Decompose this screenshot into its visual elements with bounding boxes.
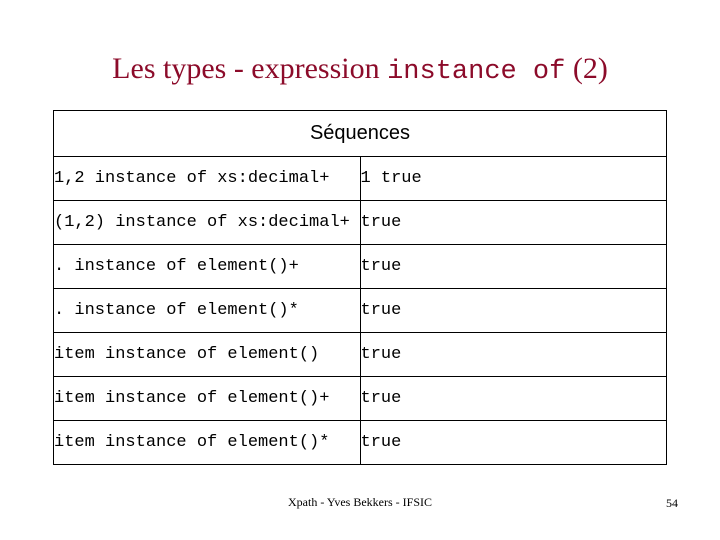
expression-cell: item instance of element()*: [53, 420, 361, 465]
page-title-mono: instance of: [387, 57, 566, 87]
table-row: . instance of element()* true: [53, 288, 667, 333]
table-row: item instance of element()+ true: [53, 376, 667, 421]
result-cell: true: [359, 200, 667, 245]
table-header-title: Séquences: [53, 110, 667, 157]
expression-cell: . instance of element()+: [53, 244, 361, 289]
footer-text: Xpath - Yves Bekkers - IFSIC: [288, 495, 432, 509]
expression-cell: 1,2 instance of xs:decimal+: [53, 156, 361, 201]
table-row: (1,2) instance of xs:decimal+ true: [53, 200, 667, 245]
result-cell: true: [359, 288, 667, 333]
page-title: Les types - expression instance of (2): [0, 52, 720, 89]
sequences-table: Séquences 1,2 instance of xs:decimal+ 1 …: [53, 110, 667, 465]
page-number: 54: [666, 496, 678, 510]
table-row: . instance of element()+ true: [53, 244, 667, 289]
result-cell: true: [359, 376, 667, 421]
result-cell: true: [359, 420, 667, 465]
expression-cell: (1,2) instance of xs:decimal+: [53, 200, 361, 245]
expression-cell: item instance of element(): [53, 332, 361, 377]
table-row: item instance of element() true: [53, 332, 667, 377]
table-row: 1,2 instance of xs:decimal+ 1 true: [53, 156, 667, 201]
expression-cell: . instance of element()*: [53, 288, 361, 333]
table-header-row: Séquences: [53, 110, 667, 157]
page-title-prefix: Les types - expression: [112, 52, 388, 85]
expression-cell: item instance of element()+: [53, 376, 361, 421]
page-title-suffix: (2): [565, 52, 608, 85]
result-cell: true: [359, 244, 667, 289]
result-cell: true: [359, 332, 667, 377]
result-cell: 1 true: [359, 156, 667, 201]
slide: Les types - expression instance of (2) S…: [0, 0, 720, 540]
table-row: item instance of element()* true: [53, 420, 667, 465]
